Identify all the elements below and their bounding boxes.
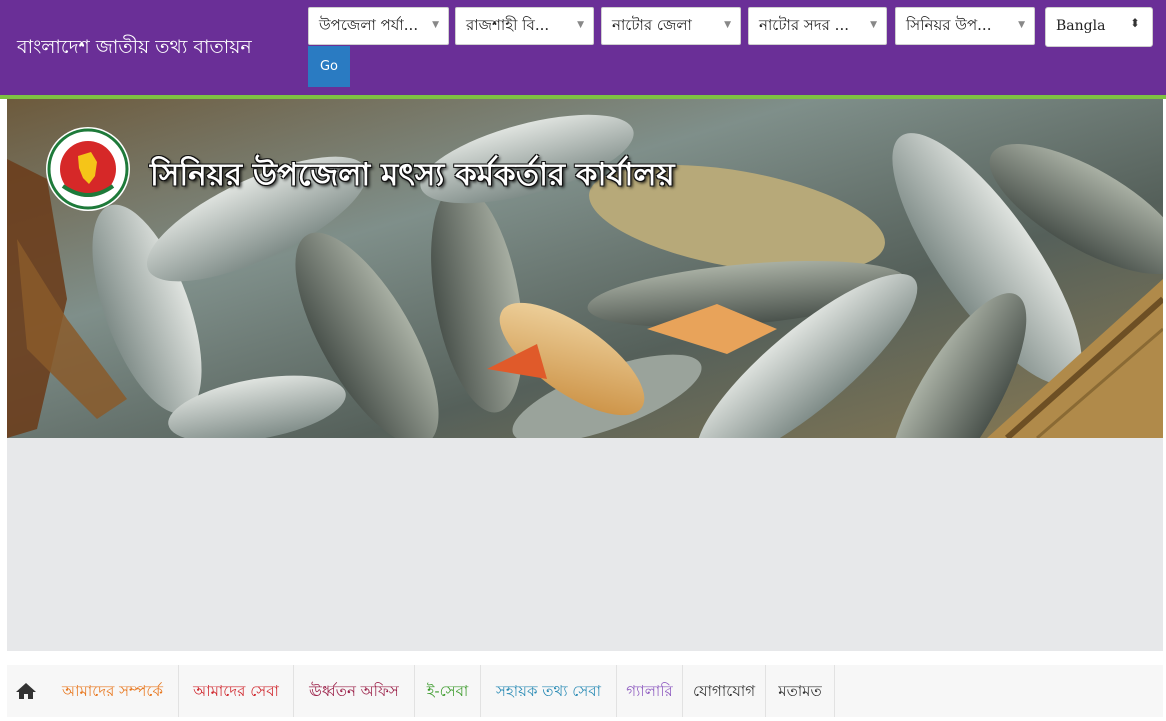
language-value: Bangla — [1056, 18, 1106, 34]
select-value: নাটোর জেলা — [612, 16, 692, 34]
division-level-select[interactable]: উপজেলা পর্যা... ▼ — [308, 7, 449, 45]
home-icon[interactable] — [15, 682, 37, 700]
chevron-down-icon: ▼ — [724, 20, 731, 30]
nav-item-services[interactable]: আমাদের সেবা — [179, 665, 294, 717]
nav-item-gallery[interactable]: গ্যালারি — [617, 665, 683, 717]
sort-arrows-icon: ⬍ — [1129, 16, 1140, 30]
chevron-down-icon: ▼ — [432, 20, 439, 30]
select-value: সিনিয়র উপ... — [906, 16, 992, 34]
chevron-down-icon: ▼ — [1018, 20, 1025, 30]
nav-item-helpful-info[interactable]: সহায়ক তথ্য সেবা — [481, 665, 617, 717]
site-title[interactable]: বাংলাদেশ জাতীয় তথ্য বাতায়ন — [17, 33, 252, 65]
district-select[interactable]: নাটোর জেলা ▼ — [601, 7, 741, 45]
chevron-down-icon: ▼ — [870, 20, 877, 30]
select-value: উপজেলা পর্যা... — [319, 16, 419, 34]
main-nav: আমাদের সম্পর্কে আমাদের সেবা ঊর্ধ্বতন অফি… — [7, 665, 1163, 717]
govt-seal-icon — [46, 127, 130, 211]
nav-item-feedback[interactable]: মতামত — [766, 665, 835, 717]
nav-item-higher-office[interactable]: ঊর্ধ্বতন অফিস — [294, 665, 415, 717]
chevron-down-icon: ▼ — [577, 20, 584, 30]
upazila-select[interactable]: নাটোর সদর ... ▼ — [748, 7, 887, 45]
division-select[interactable]: রাজশাহী বি... ▼ — [455, 7, 594, 45]
select-value: নাটোর সদর ... — [759, 16, 849, 34]
select-value: রাজশাহী বি... — [466, 16, 550, 34]
language-select[interactable]: Bangla ⬍ — [1045, 7, 1153, 47]
office-title: সিনিয়র উপজেলা মৎস্য কর্মকর্তার কার্যালয… — [150, 157, 675, 193]
office-select[interactable]: সিনিয়র উপ... ▼ — [895, 7, 1035, 45]
go-button[interactable]: Go — [308, 46, 350, 87]
top-header: বাংলাদেশ জাতীয় তথ্য বাতায়ন উপজেলা পর্য… — [0, 0, 1166, 99]
banner-fish-image — [7, 99, 1163, 438]
content-placeholder — [7, 438, 1163, 651]
nav-item-e-service[interactable]: ই-সেবা — [415, 665, 481, 717]
nav-item-about[interactable]: আমাদের সম্পর্কে — [47, 665, 179, 717]
banner: সিনিয়র উপজেলা মৎস্য কর্মকর্তার কার্যালয… — [7, 99, 1163, 438]
nav-item-contact[interactable]: যোগাযোগ — [683, 665, 766, 717]
